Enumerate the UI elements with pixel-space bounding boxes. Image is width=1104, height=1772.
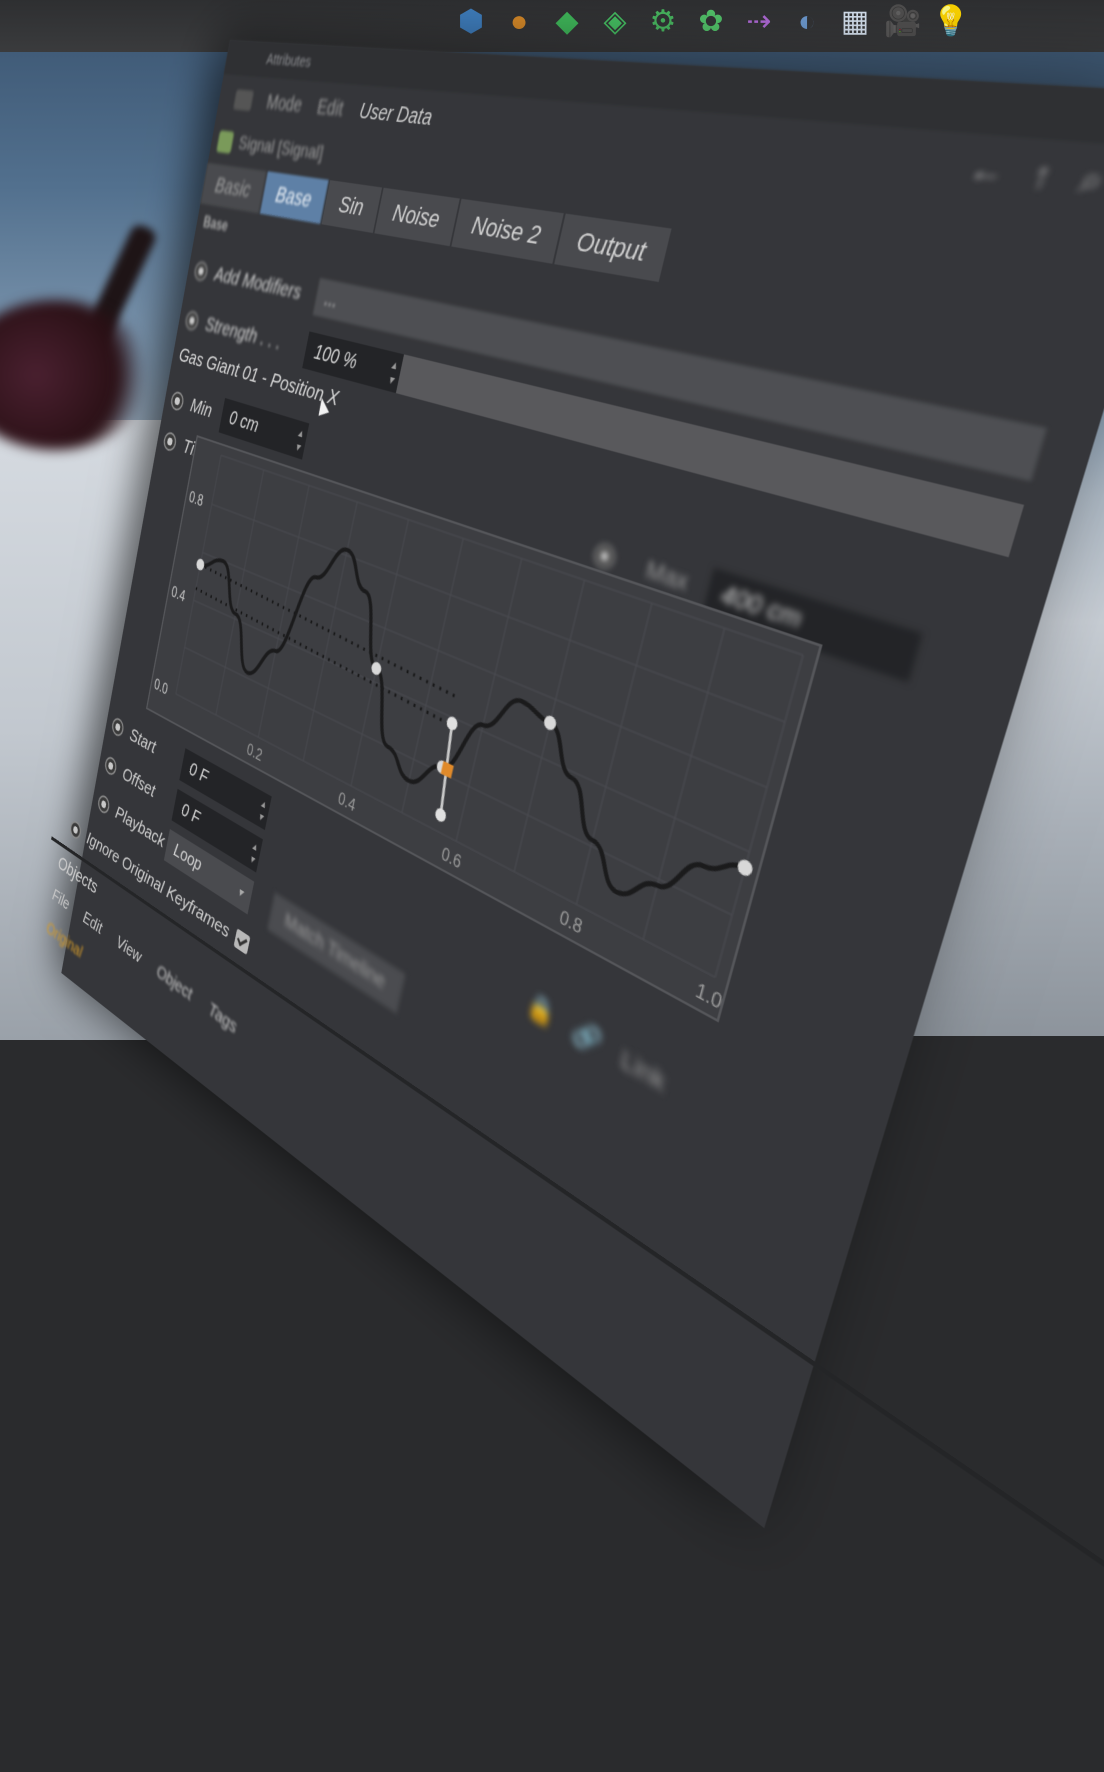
bottom-right-controls: 🔒 🔗 Link (524, 988, 669, 1098)
strength-radio[interactable] (184, 309, 200, 332)
tab-base[interactable]: Base (259, 171, 329, 224)
offset-value: 0 F (179, 799, 202, 830)
menu-user-data[interactable]: User Data (357, 99, 434, 131)
tab-output[interactable]: Output (553, 213, 672, 282)
ignore-keyframes-radio[interactable] (68, 818, 83, 842)
menu-edit[interactable]: Edit (315, 95, 345, 122)
playback-radio[interactable] (96, 792, 111, 817)
orange-object-label: Original (45, 918, 84, 963)
playback-value: Loop (172, 839, 204, 877)
mouse-cursor-icon (316, 396, 330, 416)
curve-key-point (735, 857, 755, 879)
objects-menu-edit[interactable]: Edit (82, 908, 104, 940)
x-tick-label: 1.0 (693, 980, 724, 1015)
up-arrow-icon[interactable]: ↑ (1027, 154, 1058, 199)
y-tick-label: 0.8 (188, 489, 205, 511)
section-heading: Base (201, 214, 230, 236)
grid-line-vertical (576, 603, 652, 904)
nav-buttons: ← ↑ ⌕ (963, 149, 1104, 205)
search-icon[interactable]: ⌕ (1074, 158, 1104, 204)
chevron-down-icon: ▾ (236, 882, 245, 901)
tangent-handle-bottom (434, 806, 448, 824)
max-radio[interactable] (591, 541, 618, 572)
object-header: Signal [Signal] (215, 124, 326, 172)
grid-line-horizontal (185, 647, 732, 915)
offset-radio[interactable] (103, 754, 118, 778)
signal-icon (216, 130, 235, 154)
lock-icon[interactable]: 🔒 (524, 988, 558, 1031)
link-label: Link (617, 1043, 669, 1098)
menu-icon[interactable] (233, 89, 254, 112)
time-radio[interactable] (162, 430, 178, 453)
objects-menu-view[interactable]: View (115, 932, 143, 969)
strength-value: 100 % (312, 340, 359, 375)
objects-menu-file[interactable]: File (51, 885, 70, 915)
objects-menu-tags[interactable]: Tags (207, 999, 238, 1039)
back-arrow-icon[interactable]: ← (963, 149, 1011, 195)
attributes-panel: Attributes Mode Edit User Data ← ↑ ⌕ Sig… (45, 40, 1104, 1614)
x-tick-label: 0.6 (440, 845, 463, 874)
panel-divider (51, 836, 1104, 1614)
min-radio[interactable] (169, 389, 186, 413)
attributes-panel-wrapper: Attributes Mode Edit User Data ← ↑ ⌕ Sig… (0, 0, 1104, 1614)
tab-noise-2[interactable]: Noise 2 (451, 198, 564, 264)
start-radio[interactable] (110, 715, 125, 739)
strength-spinner-icon[interactable]: ▴ ▾ (387, 356, 398, 387)
grid-line-horizontal (194, 600, 750, 852)
x-tick-label: 0.4 (336, 789, 357, 816)
add-modifiers-label: Add Modifiers (212, 262, 304, 305)
match-timeline-button[interactable]: Match Timeline (267, 892, 406, 1014)
grid-line-horizontal (212, 504, 785, 722)
x-tick-label: 0.8 (557, 907, 584, 938)
grid-line-vertical (643, 628, 724, 939)
tab-sin[interactable]: Sin (321, 180, 382, 234)
objects-menu-object[interactable]: Object (155, 961, 193, 1006)
start-value: 0 F (187, 758, 210, 789)
grid-line-vertical (715, 655, 803, 977)
grid-line-vertical (303, 502, 357, 761)
tab-noise[interactable]: Noise (374, 187, 460, 247)
min-spinner-icon[interactable]: ▴ ▾ (294, 425, 304, 454)
min-value: 0 cm (227, 407, 261, 438)
add-modifiers-radio[interactable] (193, 260, 209, 283)
y-tick-label: 0.0 (153, 676, 169, 698)
grid-line-horizontal (221, 455, 803, 655)
x-tick-label: 0.2 (245, 741, 263, 765)
start-spinner-icon[interactable]: ▴ ▾ (257, 796, 266, 824)
grid-line-vertical (351, 520, 409, 786)
tangent-handle-top (445, 714, 459, 733)
offset-spinner-icon[interactable]: ▴ ▾ (249, 838, 258, 866)
tab-bar: Basic Base Sin Noise Noise 2 Output (200, 162, 672, 282)
ignore-keyframes-checkbox[interactable] (233, 928, 251, 956)
tab-basic[interactable]: Basic (200, 162, 267, 214)
object-name: Signal [Signal] (236, 132, 326, 165)
menu-mode[interactable]: Mode (265, 91, 304, 118)
y-tick-label: 0.4 (170, 584, 187, 606)
grid-line-vertical (258, 486, 309, 738)
curve-key-point (195, 557, 206, 572)
min-label: Min (188, 394, 214, 423)
link-icon[interactable]: 🔗 (570, 1015, 605, 1060)
